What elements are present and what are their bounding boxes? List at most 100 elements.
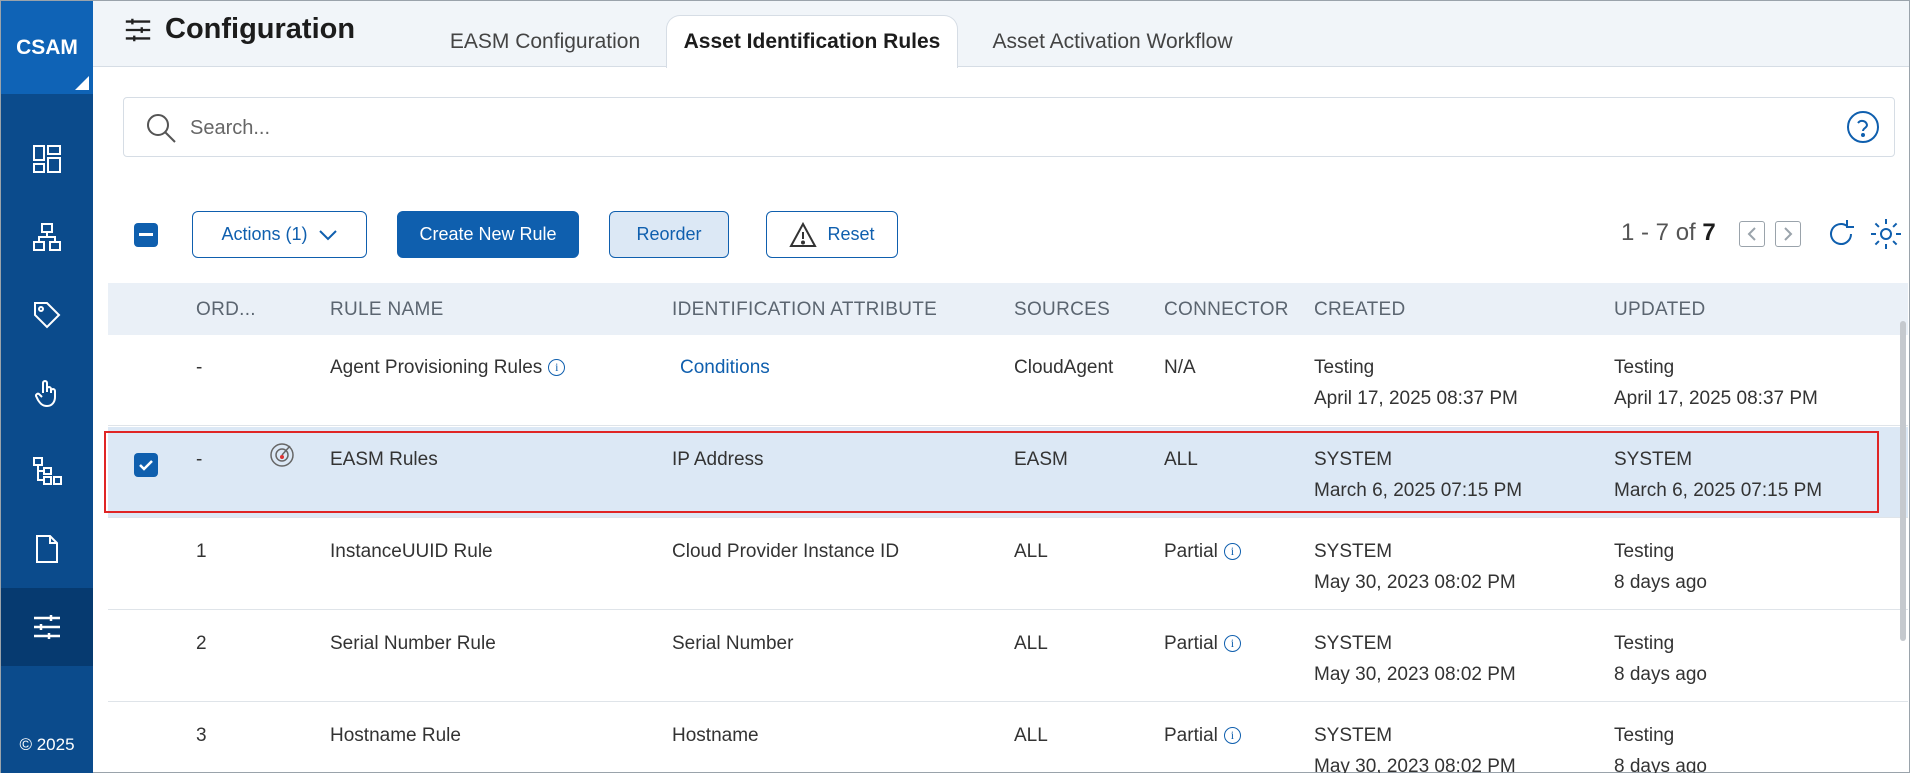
info-icon[interactable]: i xyxy=(1223,727,1241,745)
nav-documents[interactable] xyxy=(1,510,93,588)
row-checkbox-checked[interactable] xyxy=(134,453,158,477)
updated-at: 8 days ago xyxy=(1614,756,1707,773)
next-page-button[interactable] xyxy=(1775,221,1801,247)
row-attribute: Serial Number xyxy=(672,633,794,654)
row-sources: ALL xyxy=(1014,725,1048,746)
table-row-selected[interactable]: - EASM Rules IP Address EASM ALL SYSTEM … xyxy=(108,427,1908,518)
radar-icon xyxy=(270,443,294,467)
row-rule-name[interactable]: Hostname Rule xyxy=(330,720,461,751)
table-header: ORD... RULE NAME IDENTIFICATION ATTRIBUT… xyxy=(108,283,1908,335)
row-rule-name[interactable]: EASM Rules xyxy=(330,444,438,475)
row-connector: Partial i xyxy=(1164,720,1241,751)
search-bar xyxy=(123,97,1895,157)
row-attribute: IP Address xyxy=(672,449,764,470)
row-order: 3 xyxy=(196,725,207,746)
col-created[interactable]: CREATED xyxy=(1314,299,1405,321)
col-identification-attribute[interactable]: IDENTIFICATION ATTRIBUTE xyxy=(672,299,937,321)
nav-tags[interactable] xyxy=(1,276,93,354)
nav-touch[interactable] xyxy=(1,354,93,432)
row-connector: Partial i xyxy=(1164,628,1241,659)
reset-button[interactable]: Reset xyxy=(766,211,898,258)
created-at: May 30, 2023 08:02 PM xyxy=(1314,572,1516,593)
row-rule-name[interactable]: Agent Provisioning Rules i xyxy=(330,352,566,383)
nav-inventory[interactable] xyxy=(1,198,93,276)
col-order[interactable]: ORD... xyxy=(196,299,256,321)
row-updated: Testing 8 days ago xyxy=(1614,536,1707,598)
select-all-checkbox[interactable] xyxy=(134,223,158,247)
nav-configuration[interactable] xyxy=(1,588,93,666)
reorder-button[interactable]: Reorder xyxy=(609,211,729,258)
vertical-scrollbar[interactable] xyxy=(1900,321,1906,641)
row-created: SYSTEM May 30, 2023 08:02 PM xyxy=(1314,628,1516,690)
table-row[interactable]: 2 Serial Number Rule Serial Number ALL P… xyxy=(108,611,1908,702)
row-order: 2 xyxy=(196,633,207,654)
col-rule-name[interactable]: RULE NAME xyxy=(330,299,444,321)
brand-label: CSAM xyxy=(16,35,78,59)
row-order: - xyxy=(196,449,203,470)
chevron-right-icon xyxy=(1784,227,1793,241)
row-created: SYSTEM March 6, 2025 07:15 PM xyxy=(1314,444,1522,506)
updated-by: SYSTEM xyxy=(1614,449,1693,470)
pager-total: 7 xyxy=(1702,219,1716,246)
col-updated[interactable]: UPDATED xyxy=(1614,299,1705,321)
nav-dashboard[interactable] xyxy=(1,120,93,198)
conditions-link[interactable]: Conditions xyxy=(680,352,770,383)
row-connector: ALL xyxy=(1164,449,1198,470)
tag-icon xyxy=(34,302,61,329)
table-row[interactable]: 3 Hostname Rule Hostname ALL Partial i SY… xyxy=(108,703,1908,773)
row-updated: Testing 8 days ago xyxy=(1614,628,1707,690)
help-icon[interactable] xyxy=(1846,110,1880,144)
gear-icon[interactable] xyxy=(1869,217,1903,251)
pagination-summary: 1 - 7 of 7 xyxy=(1621,219,1716,247)
row-rule-name[interactable]: Serial Number Rule xyxy=(330,628,496,659)
row-order: 1 xyxy=(196,541,207,562)
row-attribute: Cloud Provider Instance ID xyxy=(672,541,900,562)
info-icon[interactable]: i xyxy=(1223,635,1241,653)
search-icon xyxy=(147,114,176,143)
nav-hierarchy[interactable] xyxy=(1,432,93,510)
create-new-rule-button[interactable]: Create New Rule xyxy=(397,211,579,258)
checkmark-icon xyxy=(139,460,153,471)
created-at: May 30, 2023 08:02 PM xyxy=(1314,756,1516,773)
prev-page-button[interactable] xyxy=(1739,221,1765,247)
info-icon[interactable]: i xyxy=(548,359,566,377)
search-input[interactable] xyxy=(190,110,1790,146)
table-row[interactable]: - Agent Provisioning Rules i Conditions C… xyxy=(108,335,1908,426)
updated-by: Testing xyxy=(1614,357,1675,378)
configuration-icon xyxy=(125,18,151,41)
updated-by: Testing xyxy=(1614,633,1675,654)
copyright: © 2025 xyxy=(19,735,75,754)
row-sources: EASM xyxy=(1014,449,1068,470)
updated-at: 8 days ago xyxy=(1614,572,1707,593)
row-updated: SYSTEM March 6, 2025 07:15 PM xyxy=(1614,444,1822,506)
page-title: Configuration xyxy=(123,13,355,46)
tab-easm-configuration[interactable]: EASM Configuration xyxy=(430,15,660,68)
col-connector[interactable]: CONNECTOR xyxy=(1164,299,1289,321)
col-sources[interactable]: SOURCES xyxy=(1014,299,1110,321)
info-icon[interactable]: i xyxy=(1223,543,1241,561)
actions-dropdown-button[interactable]: Actions (1) xyxy=(192,211,367,258)
created-at: April 17, 2025 08:37 PM xyxy=(1314,388,1518,409)
settings-sliders-icon xyxy=(34,615,60,639)
page-title-text: Configuration xyxy=(165,13,356,45)
chevron-down-icon xyxy=(318,229,337,240)
sidebar: CSAM © 2025 xyxy=(1,1,93,773)
brand-logo[interactable]: CSAM xyxy=(1,1,93,94)
inventory-icon xyxy=(33,223,61,251)
reset-label: Reset xyxy=(827,224,875,244)
created-by: SYSTEM xyxy=(1314,449,1393,470)
row-updated: Testing 8 days ago xyxy=(1614,720,1707,773)
updated-at: March 6, 2025 07:15 PM xyxy=(1614,480,1823,501)
actions-label: Actions (1) xyxy=(221,224,308,244)
tab-asset-identification-rules[interactable]: Asset Identification Rules xyxy=(666,15,958,68)
refresh-icon[interactable] xyxy=(1824,217,1858,251)
chevron-left-icon xyxy=(1747,227,1756,241)
header: Configuration EASM Configuration Asset I… xyxy=(93,1,1909,68)
tab-asset-activation-workflow[interactable]: Asset Activation Workflow xyxy=(965,15,1260,68)
row-updated: Testing April 17, 2025 08:37 PM xyxy=(1614,352,1818,414)
row-created: Testing April 17, 2025 08:37 PM xyxy=(1314,352,1518,414)
row-rule-name[interactable]: InstanceUUID Rule xyxy=(330,536,493,567)
row-connector: N/A xyxy=(1164,357,1196,378)
table-row[interactable]: 1 InstanceUUID Rule Cloud Provider Insta… xyxy=(108,519,1908,610)
row-created: SYSTEM May 30, 2023 08:02 PM xyxy=(1314,536,1516,598)
